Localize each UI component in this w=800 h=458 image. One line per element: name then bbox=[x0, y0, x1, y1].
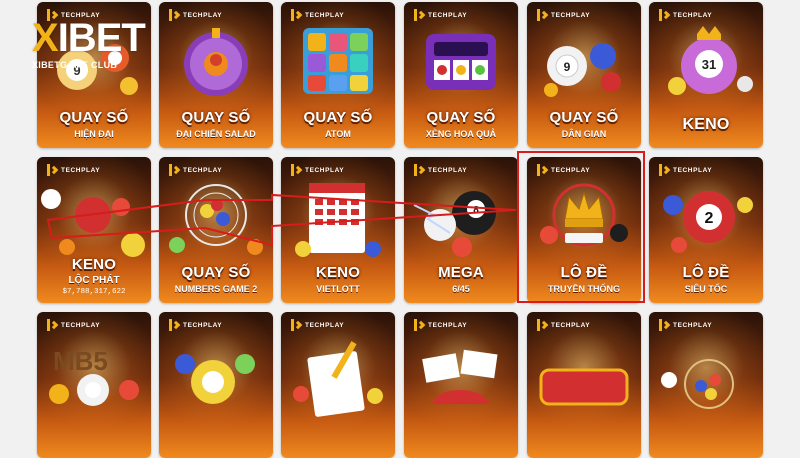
mb5-icon: MB5 bbox=[49, 346, 139, 406]
game-tile-cage[interactable]: TECHPLAY bbox=[649, 312, 763, 458]
game-title: QUAY SỐ bbox=[426, 109, 496, 126]
ball-2-icon: 2 bbox=[663, 191, 753, 253]
game-subtitle: XÈNG HOA QUẢ bbox=[425, 129, 497, 139]
game-subtitle: HIỆN ĐẠI bbox=[74, 129, 114, 139]
lottery-cage-icon bbox=[169, 184, 263, 255]
vietlott-ticket-icon bbox=[295, 183, 381, 257]
car-tickets-icon bbox=[422, 349, 498, 404]
game-tile-car[interactable]: TECHPLAY bbox=[404, 312, 518, 458]
ticket-pencil-icon bbox=[293, 341, 383, 417]
game-tile-ticket[interactable]: TECHPLAY bbox=[281, 312, 395, 458]
game-title: KENO bbox=[71, 256, 117, 273]
game-tile-quay-so-xeng-hoa-qua[interactable]: TECHPLAY QUAY SỐ XÈNG HOA QUẢ bbox=[404, 2, 518, 148]
svg-text:9: 9 bbox=[564, 60, 571, 74]
billiard-balls-icon: 8 bbox=[413, 191, 496, 257]
game-subtitle: 6/45 bbox=[452, 284, 470, 294]
game-tile-keno[interactable]: TECHPLAY 31 KENO bbox=[649, 2, 763, 148]
game-subtitle: ATOM bbox=[325, 129, 351, 139]
game-tile-lo-de-sieu-toc[interactable]: TECHPLAY 2 LÔ ĐỀ SIÊU TỐC bbox=[649, 157, 763, 303]
number-grid-icon bbox=[303, 28, 373, 94]
game-tile-keno-loc-phat[interactable]: TECHPLAY KENO LỘC PHÁT $7,788,317,622 bbox=[37, 157, 151, 303]
xeng-sign-icon bbox=[539, 368, 629, 406]
game-tile-keno-vietlott[interactable]: TECHPLAY KENO VIETLOTT bbox=[281, 157, 395, 303]
game-title: QUAY SỐ bbox=[59, 109, 129, 126]
ball-55-icon bbox=[175, 354, 255, 404]
game-title: QUAY SỐ bbox=[303, 109, 373, 126]
game-tile-xeng[interactable]: TECHPLAY bbox=[527, 312, 641, 458]
game-title: KENO bbox=[315, 264, 361, 281]
svg-text:MB5: MB5 bbox=[53, 346, 108, 376]
game-title: MEGA bbox=[438, 264, 484, 281]
game-subtitle: DÂN GIAN bbox=[561, 129, 607, 139]
svg-text:31: 31 bbox=[702, 57, 716, 72]
lottery-balls-icon: 9 bbox=[544, 43, 621, 97]
logo-tagline: XIBETGAME CLUB bbox=[32, 60, 118, 70]
ball-31-icon: 31 bbox=[668, 26, 753, 95]
game-title: KENO bbox=[682, 116, 730, 133]
game-tile-quay-so-atom[interactable]: TECHPLAY QUAY SỐ ATOM bbox=[281, 2, 395, 148]
game-tile-quay-so-dan-gian[interactable]: TECHPLAY 9 QUAY SỐ DÂN GIAN bbox=[527, 2, 641, 148]
svg-text:8: 8 bbox=[473, 205, 479, 216]
game-subtitle: ĐẠI CHIẾN SALAD bbox=[176, 129, 256, 139]
game-subtitle: VIETLOTT bbox=[316, 284, 360, 294]
svg-text:2: 2 bbox=[705, 210, 714, 227]
selection-highlight bbox=[517, 151, 645, 303]
game-subtitle: LỘC PHÁT bbox=[68, 275, 120, 286]
game-tile-numbers-game-2[interactable]: TECHPLAY QUAY SỐ NUMBERS GAME 2 bbox=[159, 157, 273, 303]
jackpot-amount: $7,788,317,622 bbox=[62, 288, 126, 296]
keno-balls-icon bbox=[41, 189, 145, 257]
logo-wordmark: XIBET bbox=[32, 16, 146, 60]
game-title: LÔ ĐỀ bbox=[682, 264, 730, 281]
game-title: QUAY SỐ bbox=[181, 109, 251, 126]
game-tile-mega-645[interactable]: TECHPLAY 8 MEGA 6/45 bbox=[404, 157, 518, 303]
game-tile-mb5[interactable]: TECHPLAY MB5 bbox=[37, 312, 151, 458]
game-subtitle: NUMBERS GAME 2 bbox=[174, 284, 258, 294]
game-title: QUAY SỐ bbox=[181, 264, 251, 281]
xibet-logo: XIBET XIBETGAME CLUB bbox=[32, 16, 182, 76]
cage-balls-icon bbox=[661, 359, 734, 409]
game-tile-55[interactable]: TECHPLAY bbox=[159, 312, 273, 458]
game-title: QUAY SỐ bbox=[549, 109, 619, 126]
game-subtitle: SIÊU TỐC bbox=[684, 284, 728, 294]
slot-machine-icon bbox=[426, 34, 496, 90]
